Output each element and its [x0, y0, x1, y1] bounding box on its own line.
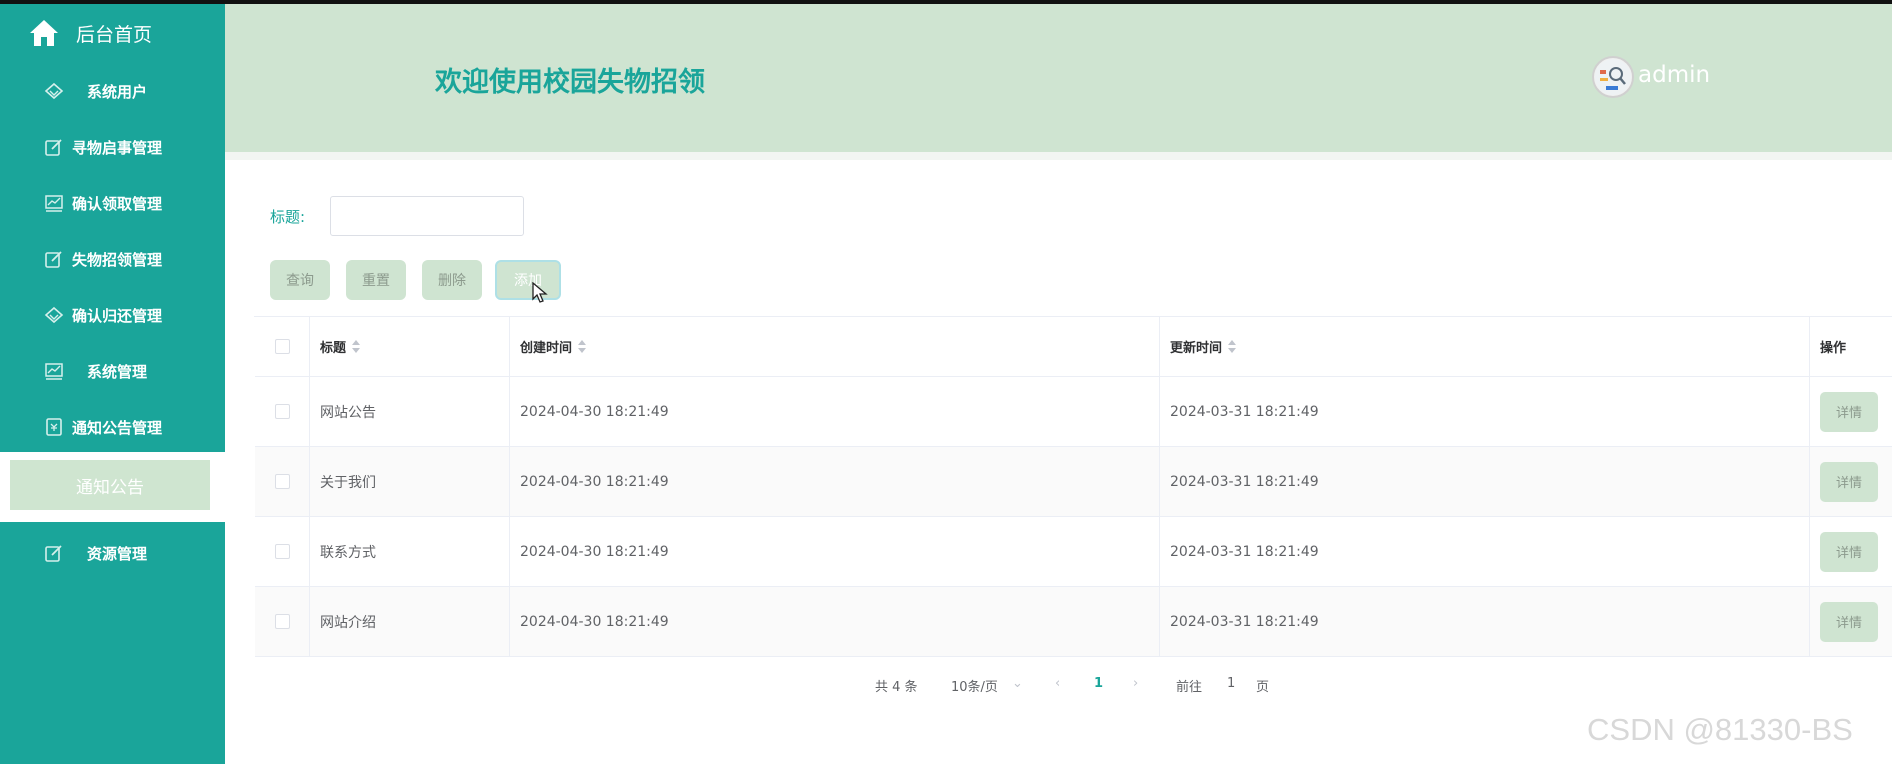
sort-icon[interactable]	[1228, 339, 1237, 354]
sort-icon[interactable]	[578, 339, 587, 354]
table-row: 网站介绍 2024-04-30 18:21:49 2024-03-31 18:2…	[255, 587, 1892, 657]
sidebar-item-notice-management[interactable]: 通知公告管理	[0, 400, 225, 456]
sidebar: 后台首页 系统用户 寻物启事管理 确认领取管理 失物招领管理 确认归还管理 系统…	[0, 4, 225, 764]
column-header-title[interactable]: 标题	[310, 317, 510, 376]
sidebar-item-lost-notice[interactable]: 寻物启事管理	[0, 120, 225, 176]
query-button[interactable]: 查询	[270, 260, 330, 300]
cell-actions: 详情	[1810, 587, 1892, 656]
column-header-actions: 操作	[1810, 317, 1892, 376]
top-header: 欢迎使用校园失物招领 admin	[225, 4, 1892, 152]
page-size-select[interactable]: 10条/页	[951, 676, 998, 695]
search-title-label: 标题:	[270, 208, 306, 226]
sidebar-item-label: 确认领取管理	[72, 195, 163, 213]
diamond-icon	[44, 306, 64, 324]
current-page-number[interactable]: 1	[1094, 676, 1103, 691]
cell-title: 网站公告	[310, 377, 510, 446]
edit-icon	[45, 545, 62, 562]
goto-unit-label: 页	[1256, 680, 1270, 695]
sidebar-item-label: 失物招领管理	[72, 251, 163, 269]
diamond-icon	[44, 82, 64, 100]
cell-title: 网站介绍	[310, 587, 510, 656]
table-row: 联系方式 2024-04-30 18:21:49 2024-03-31 18:2…	[255, 517, 1892, 587]
cell-actions: 详情	[1810, 447, 1892, 516]
username[interactable]: admin	[1638, 62, 1710, 88]
chart-icon	[45, 363, 63, 380]
cell-created: 2024-04-30 18:21:49	[510, 447, 1160, 516]
pagination-total: 共 4 条	[875, 680, 918, 695]
select-all-checkbox[interactable]	[274, 339, 290, 354]
sidebar-item-system-users[interactable]: 系统用户	[0, 64, 225, 120]
sidebar-item-label: 通知公告管理	[72, 419, 163, 437]
detail-button[interactable]: 详情	[1820, 391, 1878, 432]
edit-icon	[45, 251, 62, 268]
sidebar-item-label: 系统用户	[86, 83, 147, 101]
cell-updated: 2024-03-31 18:21:49	[1160, 447, 1810, 516]
sidebar-item-found-items[interactable]: 失物招领管理	[0, 232, 225, 288]
search-title-input[interactable]	[330, 196, 524, 236]
row-checkbox-cell	[255, 517, 310, 586]
column-header-label: 标题	[320, 341, 347, 356]
row-checkbox-cell	[255, 587, 310, 656]
sidebar-item-system-management[interactable]: 系统管理	[0, 344, 225, 400]
edit-icon	[45, 139, 62, 156]
cell-title: 关于我们	[310, 447, 510, 516]
avatar-icon	[1595, 59, 1631, 95]
cell-created: 2024-04-30 18:21:49	[510, 517, 1160, 586]
mouse-cursor-icon	[532, 282, 548, 303]
row-checkbox-cell	[255, 377, 310, 446]
detail-button[interactable]: 详情	[1820, 461, 1878, 502]
cell-updated: 2024-03-31 18:21:49	[1160, 517, 1810, 586]
table-row: 网站公告 2024-04-30 18:21:49 2024-03-31 18:2…	[255, 377, 1892, 447]
sort-icon[interactable]	[352, 339, 361, 354]
row-checkbox[interactable]	[274, 474, 290, 489]
data-table: 标题 创建时间 更新时间 操作 网站公告 2024-04-30 18:21:49…	[254, 316, 1892, 657]
column-header-label: 操作	[1820, 341, 1847, 356]
goto-label: 前往	[1176, 680, 1203, 695]
goto-page-input[interactable]: 1	[1227, 676, 1235, 691]
watermark: CSDN @81330-BS	[1587, 712, 1853, 747]
header-divider	[225, 152, 1892, 160]
ticket-icon	[46, 418, 62, 436]
sidebar-home[interactable]: 后台首页	[0, 4, 225, 60]
cell-created: 2024-04-30 18:21:49	[510, 587, 1160, 656]
cell-actions: 详情	[1810, 517, 1892, 586]
prev-page-icon[interactable]: ‹	[1055, 676, 1060, 691]
detail-button[interactable]: 详情	[1820, 601, 1878, 642]
header-checkbox-cell	[255, 317, 310, 376]
row-checkbox[interactable]	[274, 614, 290, 629]
chevron-down-icon[interactable]: ⌄	[1012, 676, 1023, 691]
cell-updated: 2024-03-31 18:21:49	[1160, 587, 1810, 656]
sidebar-item-confirm-claim[interactable]: 确认领取管理	[0, 176, 225, 232]
detail-button[interactable]: 详情	[1820, 531, 1878, 572]
row-checkbox-cell	[255, 447, 310, 516]
sidebar-home-label: 后台首页	[76, 24, 153, 46]
next-page-icon[interactable]: ›	[1133, 676, 1138, 691]
sidebar-item-label: 资源管理	[86, 545, 147, 563]
cell-title: 联系方式	[310, 517, 510, 586]
sidebar-item-label: 寻物启事管理	[72, 139, 163, 157]
row-checkbox[interactable]	[274, 544, 290, 559]
reset-button[interactable]: 重置	[346, 260, 406, 300]
cell-created: 2024-04-30 18:21:49	[510, 377, 1160, 446]
column-header-created[interactable]: 创建时间	[510, 317, 1160, 376]
site-title: 欢迎使用校园失物招领	[435, 67, 705, 98]
table-header-row: 标题 创建时间 更新时间 操作	[255, 317, 1892, 377]
column-header-label: 创建时间	[520, 341, 573, 356]
column-header-label: 更新时间	[1170, 341, 1223, 356]
table-row: 关于我们 2024-04-30 18:21:49 2024-03-31 18:2…	[255, 447, 1892, 517]
sidebar-item-confirm-return[interactable]: 确认归还管理	[0, 288, 225, 344]
cell-actions: 详情	[1810, 377, 1892, 446]
row-checkbox[interactable]	[274, 404, 290, 419]
sidebar-item-resource-management[interactable]: 资源管理	[0, 526, 225, 582]
delete-button[interactable]: 删除	[422, 260, 482, 300]
submenu-item-notice[interactable]: 通知公告	[10, 460, 210, 510]
chart-icon	[45, 195, 63, 212]
column-header-updated[interactable]: 更新时间	[1160, 317, 1810, 376]
sidebar-item-label: 系统管理	[86, 363, 147, 381]
home-icon	[30, 20, 58, 46]
sidebar-item-label: 确认归还管理	[72, 307, 163, 325]
avatar[interactable]	[1592, 56, 1634, 98]
add-button[interactable]: 添加	[495, 260, 561, 300]
cell-updated: 2024-03-31 18:21:49	[1160, 377, 1810, 446]
